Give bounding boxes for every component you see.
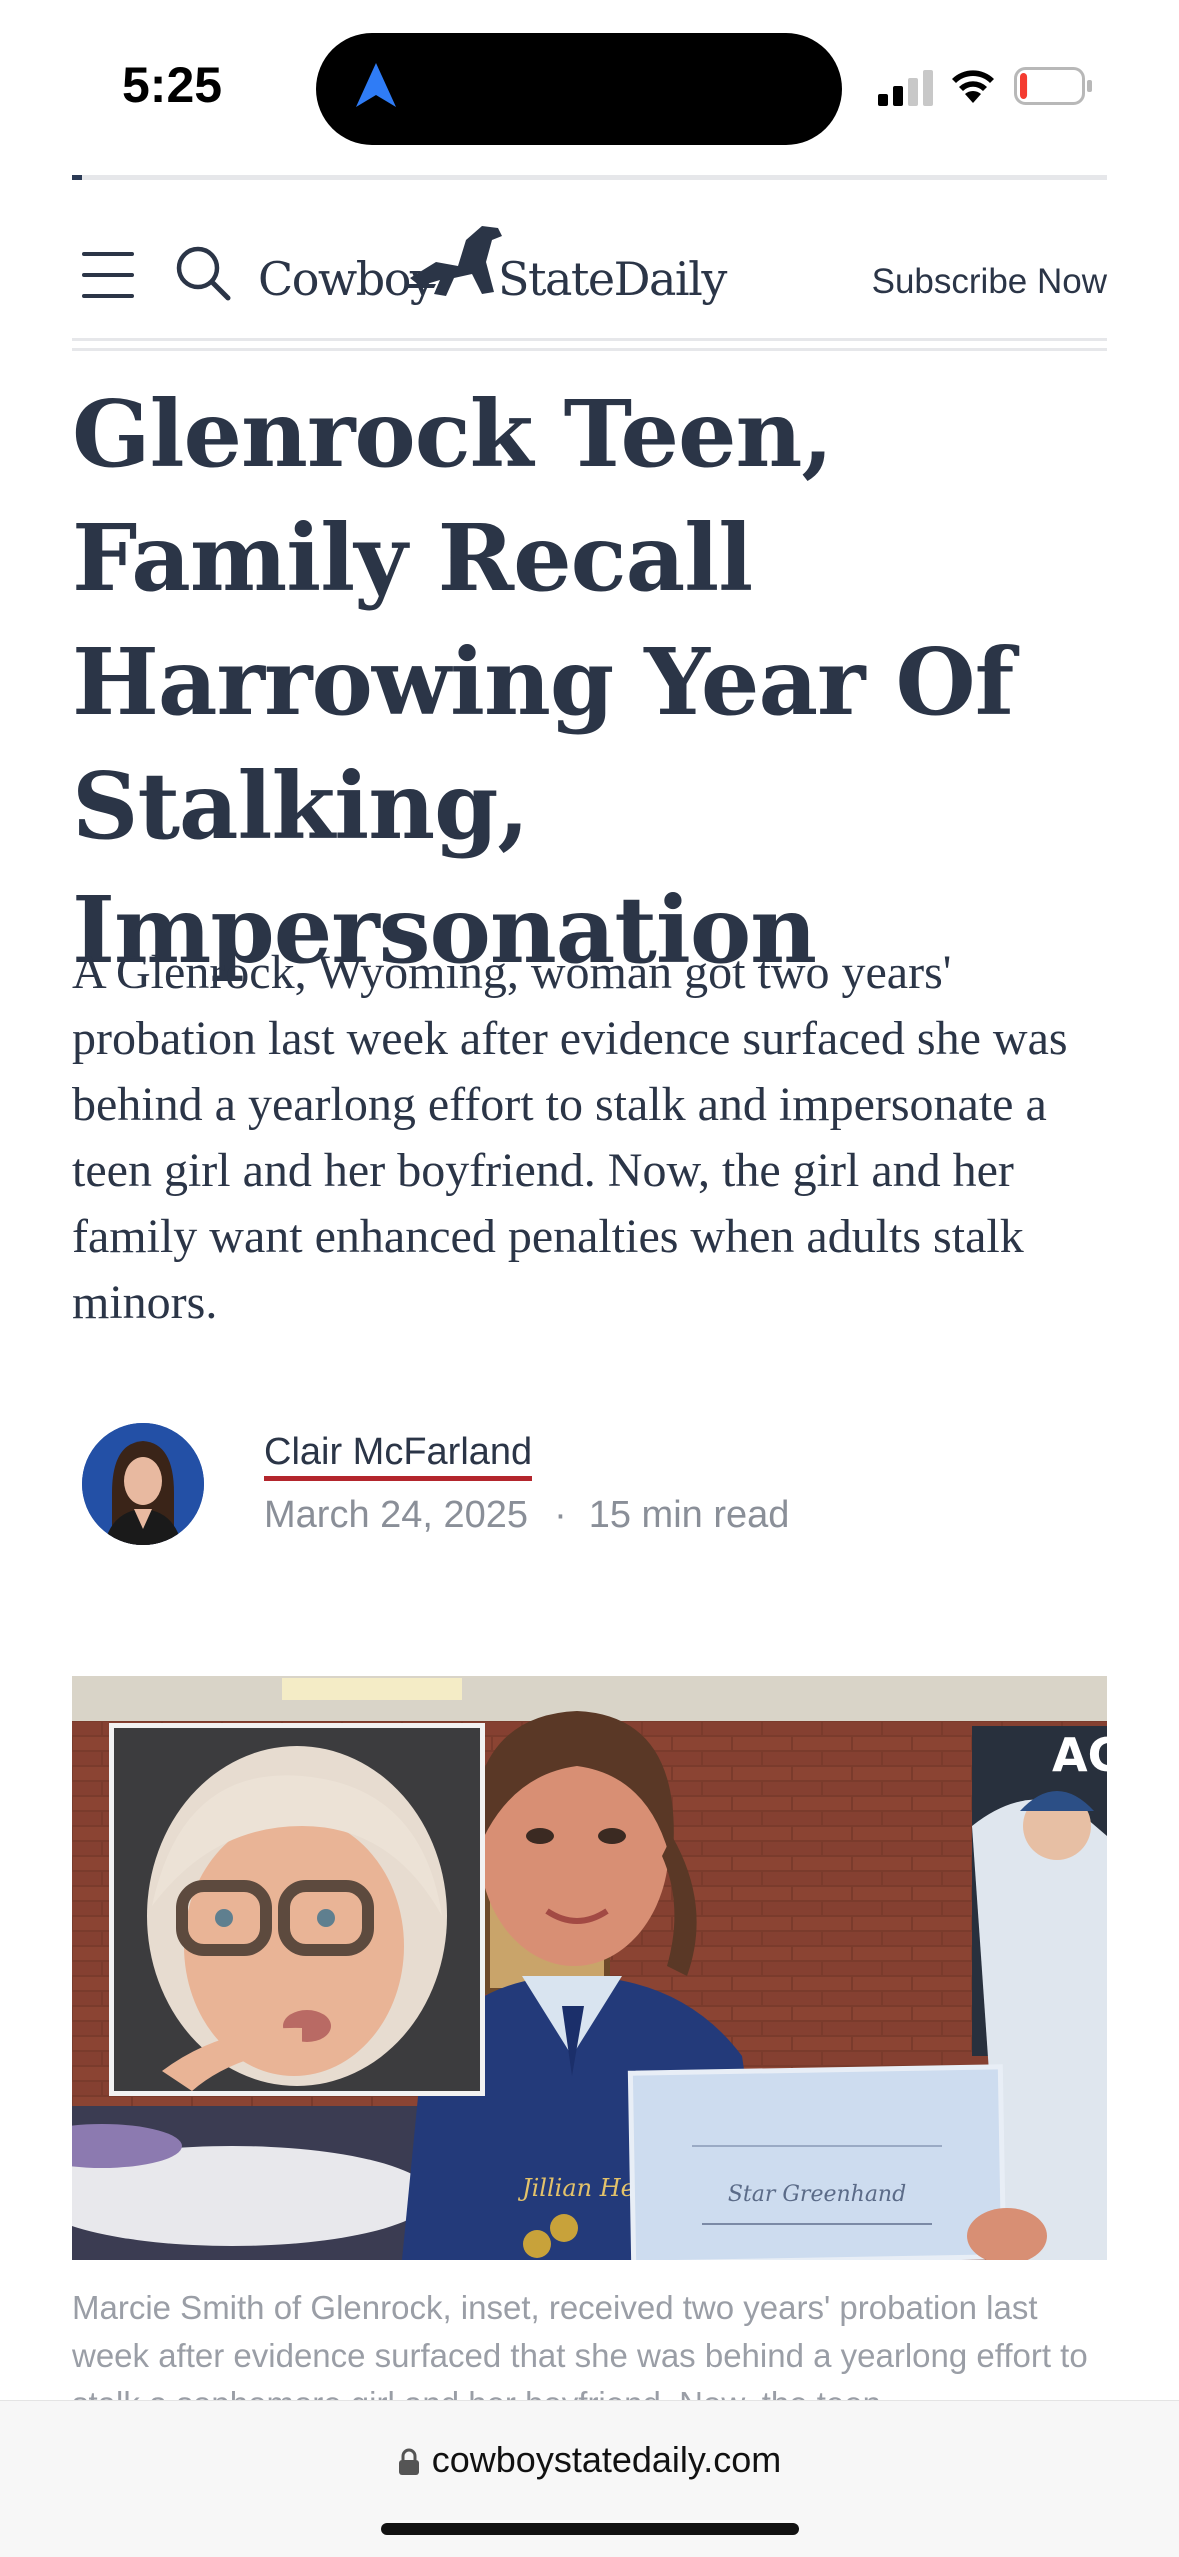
url-text: cowboystatedaily.com [431, 2439, 782, 2480]
author-link[interactable]: Clair McFarland [264, 1431, 533, 1481]
menu-icon [82, 252, 134, 256]
logo-text-statedaily: StateDaily [498, 252, 727, 306]
home-indicator[interactable] [381, 2523, 799, 2535]
header-divider [72, 348, 1107, 351]
hero-photo: AG Jillian Heiman Star Greenhand [72, 1676, 1107, 2260]
bucking-horse-logo-icon [408, 226, 502, 296]
meta-separator: · [554, 1494, 567, 1536]
article-hero-image[interactable]: AG Jillian Heiman Star Greenhand [72, 1676, 1107, 2260]
publish-date: March 24, 2025 [264, 1494, 529, 1536]
url-display[interactable]: cowboystatedaily.com [0, 2439, 1179, 2481]
header-divider [72, 338, 1107, 341]
author-photo [82, 1423, 204, 1545]
menu-button[interactable] [82, 252, 134, 300]
article-headline: Glenrock Teen, Family Recall Harrowing Y… [72, 380, 1014, 984]
cellular-signal-icon [878, 70, 933, 106]
site-logo[interactable]: Cowboy StateDaily [258, 222, 727, 312]
reading-progress-bar [72, 175, 83, 180]
dynamic-island [316, 33, 842, 145]
reading-progress-track [72, 175, 1107, 180]
author-avatar[interactable] [82, 1423, 204, 1545]
wifi-icon [952, 70, 994, 103]
lock-icon [398, 2449, 419, 2476]
battery-icon [1014, 67, 1092, 105]
navigation-arrow-icon [356, 63, 396, 107]
certificate-title: Star Greenhand [728, 2182, 906, 2207]
status-time: 5:25 [122, 57, 223, 113]
subscribe-button[interactable]: Subscribe Now [872, 262, 1107, 302]
banner-text: AG [1052, 1728, 1107, 1782]
article-summary: A Glenrock, Wyoming, woman got two years… [72, 946, 1068, 1329]
article-meta: March 24, 2025 · 15 min read [264, 1494, 789, 1537]
search-icon[interactable] [176, 246, 232, 302]
browser-address-bar[interactable]: cowboystatedaily.com [0, 2400, 1179, 2557]
read-time: 15 min read [588, 1494, 790, 1536]
